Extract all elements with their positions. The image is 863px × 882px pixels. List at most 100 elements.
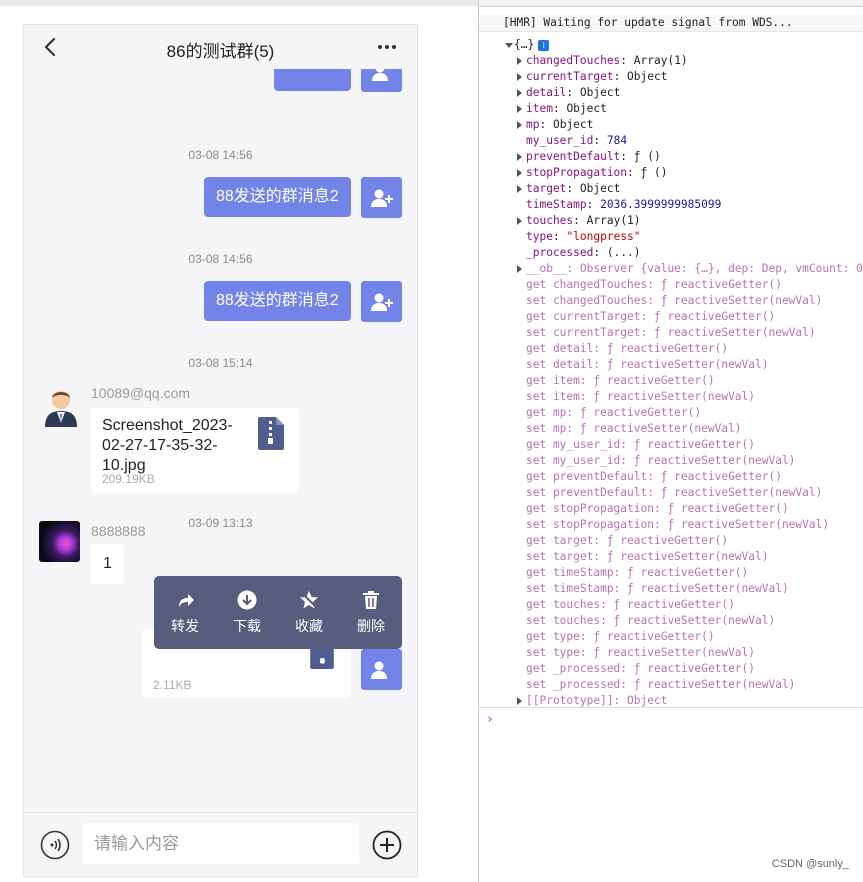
console-accessor[interactable]: get stopPropagation: ƒ reactiveGetter() <box>479 501 863 517</box>
console-accessor[interactable]: get preventDefault: ƒ reactiveGetter() <box>479 469 863 485</box>
console-property[interactable]: stopPropagation: ƒ () <box>479 165 863 181</box>
console-accessor[interactable]: set detail: ƒ reactiveSetter(newVal) <box>479 357 863 373</box>
console-accessor[interactable]: set changedTouches: ƒ reactiveSetter(new… <box>479 293 863 309</box>
info-icon[interactable]: i <box>538 39 550 51</box>
console-object-root[interactable]: {…} i <box>479 37 863 53</box>
console-property[interactable]: item: Object <box>479 101 863 117</box>
console-accessor[interactable]: set stopPropagation: ƒ reactiveSetter(ne… <box>479 517 863 533</box>
separator: : <box>573 214 587 227</box>
message-bubble[interactable]: 88发送的群消息2 <box>204 177 351 217</box>
timestamp: 03-08 14:56 <box>188 252 253 266</box>
console-property[interactable]: changedTouches: Array(1) <box>479 53 863 69</box>
property-key: my_user_id <box>526 134 594 147</box>
console-property[interactable]: target: Object <box>479 181 863 197</box>
console-message: [HMR] Waiting for update signal from WDS… <box>479 14 863 32</box>
accessor-text: set my_user_id: ƒ reactiveSetter(newVal) <box>526 454 796 467</box>
star-icon <box>300 590 318 608</box>
property-value: "longpress" <box>566 230 641 243</box>
message-bubble[interactable]: 1 <box>91 544 124 584</box>
menu-item-delete[interactable]: 删除 <box>340 576 402 649</box>
voice-icon[interactable] <box>40 830 70 860</box>
accessor-text: get _processed: ƒ reactiveGetter() <box>526 662 756 675</box>
input-bar <box>24 812 417 876</box>
message-list[interactable]: 03-08 14:56 88发送的群消息2 03-08 14:56 88发送的群… <box>24 69 417 815</box>
avatar[interactable] <box>361 69 402 92</box>
console-accessor[interactable]: get timeStamp: ƒ reactiveGetter() <box>479 565 863 581</box>
accessor-text: get my_user_id: ƒ reactiveGetter() <box>526 438 756 451</box>
file-message-card[interactable]: Screenshot_2023-02-27-17-35-32-10.jpg 20… <box>91 408 299 493</box>
property-key: target <box>526 182 567 195</box>
expand-triangle-icon[interactable] <box>517 169 522 177</box>
ob-text: __ob__: Observer {value: {…}, dep: Dep, … <box>526 262 863 275</box>
accessor-text: get item: ƒ reactiveGetter() <box>526 374 715 387</box>
console-accessor[interactable]: get detail: ƒ reactiveGetter() <box>479 341 863 357</box>
console-accessor[interactable]: set currentTarget: ƒ reactiveSetter(newV… <box>479 325 863 341</box>
person-avatar-icon[interactable] <box>39 383 83 427</box>
expand-triangle-icon[interactable] <box>517 73 522 81</box>
console-prompt[interactable]: › <box>479 707 863 731</box>
image-avatar[interactable] <box>39 521 80 562</box>
file-size: 209.19KB <box>102 472 155 486</box>
console-property[interactable]: preventDefault: ƒ () <box>479 149 863 165</box>
sender-name: 10089@qq.com <box>91 385 191 401</box>
menu-item-forward[interactable]: 转发 <box>154 576 216 649</box>
console-accessor[interactable]: set timeStamp: ƒ reactiveSetter(newVal) <box>479 581 863 597</box>
avatar[interactable] <box>361 281 402 322</box>
console-property[interactable]: mp: Object <box>479 117 863 133</box>
menu-item-favorite[interactable]: 收藏 <box>278 576 340 649</box>
separator: : <box>593 246 607 259</box>
property-value: 784 <box>606 134 628 147</box>
expand-triangle-icon[interactable] <box>517 185 522 193</box>
console-accessor[interactable]: get touches: ƒ reactiveGetter() <box>479 597 863 613</box>
console-accessor[interactable]: set mp: ƒ reactiveSetter(newVal) <box>479 421 863 437</box>
console-accessor[interactable]: get type: ƒ reactiveGetter() <box>479 629 863 645</box>
separator: : <box>593 134 607 147</box>
console-property[interactable]: touches: Array(1) <box>479 213 863 229</box>
console-ob-line[interactable]: __ob__: Observer {value: {…}, dep: Dep, … <box>479 261 863 277</box>
expand-triangle-icon[interactable] <box>517 57 522 65</box>
console-accessor[interactable]: get mp: ƒ reactiveGetter() <box>479 405 863 421</box>
accessor-text: set _processed: ƒ reactiveSetter(newVal) <box>526 678 796 691</box>
console-accessor[interactable]: get currentTarget: ƒ reactiveGetter() <box>479 309 863 325</box>
console-property: my_user_id: 784 <box>479 133 863 149</box>
console-accessor[interactable]: set touches: ƒ reactiveSetter(newVal) <box>479 613 863 629</box>
console-accessor[interactable]: get _processed: ƒ reactiveGetter() <box>479 661 863 677</box>
console-accessor[interactable]: set type: ƒ reactiveSetter(newVal) <box>479 645 863 661</box>
expand-triangle-icon[interactable] <box>517 697 522 705</box>
console-accessor[interactable]: set my_user_id: ƒ reactiveSetter(newVal) <box>479 453 863 469</box>
avatar[interactable] <box>361 177 402 218</box>
console-accessor[interactable]: set preventDefault: ƒ reactiveSetter(new… <box>479 485 863 501</box>
collapse-triangle-icon[interactable] <box>505 43 513 48</box>
plus-icon[interactable] <box>372 830 402 860</box>
message-bubble-partial[interactable] <box>274 69 351 91</box>
console-accessor[interactable]: set item: ƒ reactiveSetter(newVal) <box>479 389 863 405</box>
accessor-text: set stopPropagation: ƒ reactiveSetter(ne… <box>526 518 830 531</box>
expand-triangle-icon[interactable] <box>517 105 522 113</box>
message-input[interactable] <box>83 823 359 864</box>
property-key: stopPropagation <box>526 166 628 179</box>
property-key: timeStamp <box>526 198 587 211</box>
property-value: (...) <box>606 246 641 259</box>
more-icon[interactable] <box>373 37 401 57</box>
console-accessor[interactable]: get changedTouches: ƒ reactiveGetter() <box>479 277 863 293</box>
expand-triangle-icon[interactable] <box>517 121 522 129</box>
console-accessor[interactable]: set _processed: ƒ reactiveSetter(newVal) <box>479 677 863 693</box>
console-property[interactable]: currentTarget: Object <box>479 69 863 85</box>
forward-icon <box>179 593 194 607</box>
console-accessor[interactable]: set target: ƒ reactiveSetter(newVal) <box>479 549 863 565</box>
accessor-text: get stopPropagation: ƒ reactiveGetter() <box>526 502 789 515</box>
message-bubble[interactable]: 88发送的群消息2 <box>204 281 351 321</box>
console-accessor[interactable]: get item: ƒ reactiveGetter() <box>479 373 863 389</box>
console-accessor[interactable]: get target: ƒ reactiveGetter() <box>479 533 863 549</box>
menu-item-download[interactable]: 下载 <box>216 576 278 649</box>
console-accessor[interactable]: get my_user_id: ƒ reactiveGetter() <box>479 437 863 453</box>
console-property[interactable]: detail: Object <box>479 85 863 101</box>
expand-triangle-icon[interactable] <box>517 265 522 273</box>
expand-triangle-icon[interactable] <box>517 89 522 97</box>
expand-triangle-icon[interactable] <box>517 153 522 161</box>
expand-triangle-icon[interactable] <box>517 217 522 225</box>
accessor-text: set mp: ƒ reactiveSetter(newVal) <box>526 422 742 435</box>
menu-item-label: 转发 <box>171 617 199 634</box>
avatar[interactable] <box>361 649 402 690</box>
timestamp: 03-09 13:13 <box>188 516 253 530</box>
